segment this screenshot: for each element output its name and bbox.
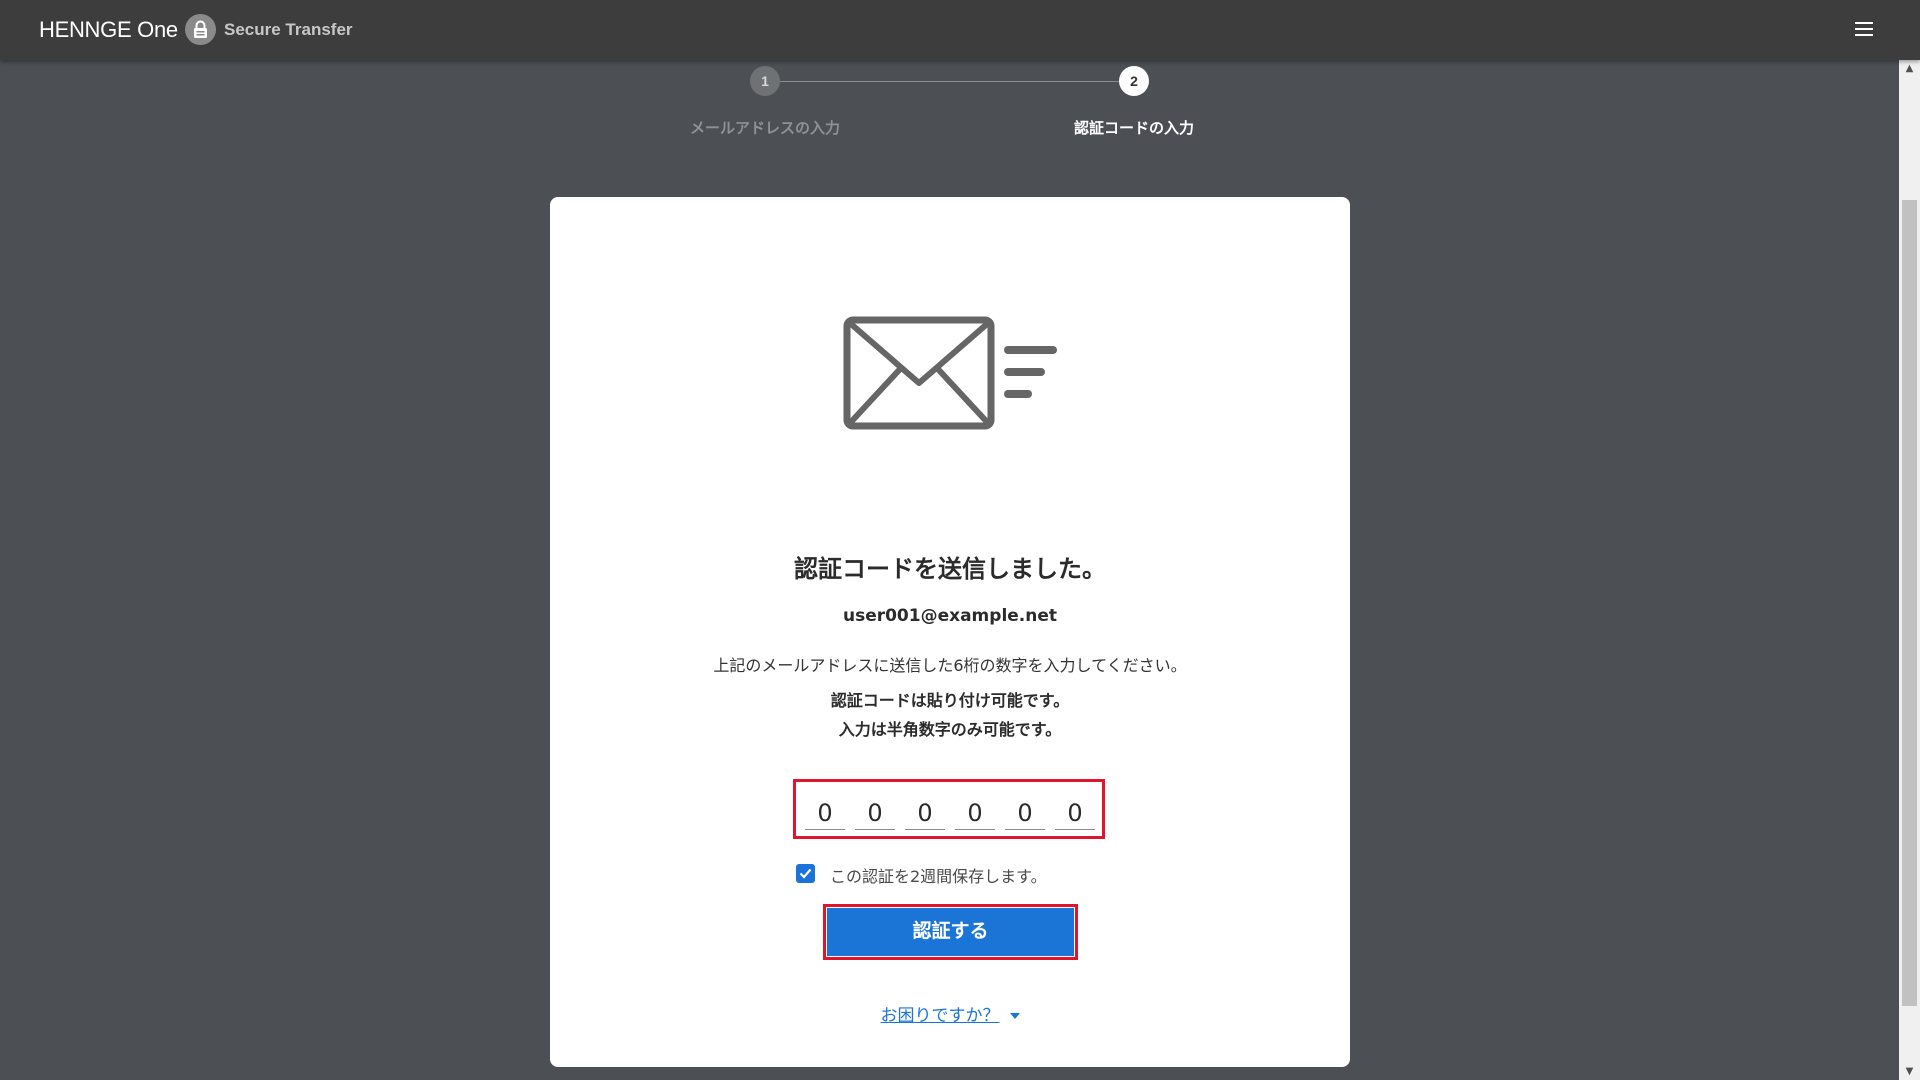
scroll-thumb[interactable] [1902, 200, 1917, 1006]
remember-checkbox[interactable] [796, 864, 815, 883]
remember-checkbox-label[interactable]: この認証を2週間保存します。 [830, 863, 1047, 887]
code-digit-input-6[interactable] [1055, 796, 1095, 830]
step-2-label: 認証コードの入力 [1073, 119, 1194, 137]
code-digit-input-2[interactable] [855, 796, 895, 830]
help-toggle[interactable]: お困りですか？ [550, 1001, 1350, 1026]
scroll-down-arrow-icon[interactable]: ▼ [1899, 1063, 1920, 1080]
digits-note: 入力は半角数字のみ可能です。 [838, 720, 1062, 739]
recipient-email: user001@example.net [842, 606, 1058, 626]
caret-down-icon[interactable] [1009, 1013, 1020, 1019]
product-name: Secure Transfer [224, 20, 353, 39]
code-digit-input-4[interactable] [955, 796, 995, 830]
step-1-indicator: 1 [750, 66, 780, 96]
instruction-text: 上記のメールアドレスに送信した6桁の数字を入力してください。 [713, 656, 1187, 675]
brand-logo-text: HENNGE One [39, 17, 178, 42]
hamburger-menu-icon[interactable] [1855, 22, 1873, 38]
verification-card: 認証コードを送信しました。 user001@example.net 上記のメール… [550, 197, 1350, 1067]
code-digit-input-3[interactable] [905, 796, 945, 830]
help-link[interactable]: お困りですか？ [881, 1006, 1000, 1026]
top-bar: HENNGE One Secure Transfer [0, 0, 1920, 60]
verification-code-input-group [793, 779, 1105, 839]
lock-icon [185, 14, 216, 45]
code-digit-input-1[interactable] [805, 796, 845, 830]
verify-button[interactable]: 認証する [827, 908, 1074, 956]
code-digit-input-5[interactable] [1005, 796, 1045, 830]
paste-note: 認証コードは貼り付け可能です。 [830, 691, 1070, 710]
step-1-label: メールアドレスの入力 [689, 119, 840, 137]
checkmark-icon [799, 868, 812, 879]
stepper-connector-line [765, 81, 1134, 82]
page-title: 認証コードを送信しました。 [794, 555, 1106, 583]
scroll-up-arrow-icon[interactable]: ▲ [1899, 60, 1920, 77]
step-2-indicator: 2 [1119, 66, 1149, 96]
vertical-scrollbar[interactable]: ▲ ▼ [1899, 60, 1920, 1080]
mail-sent-icon [843, 316, 1058, 436]
